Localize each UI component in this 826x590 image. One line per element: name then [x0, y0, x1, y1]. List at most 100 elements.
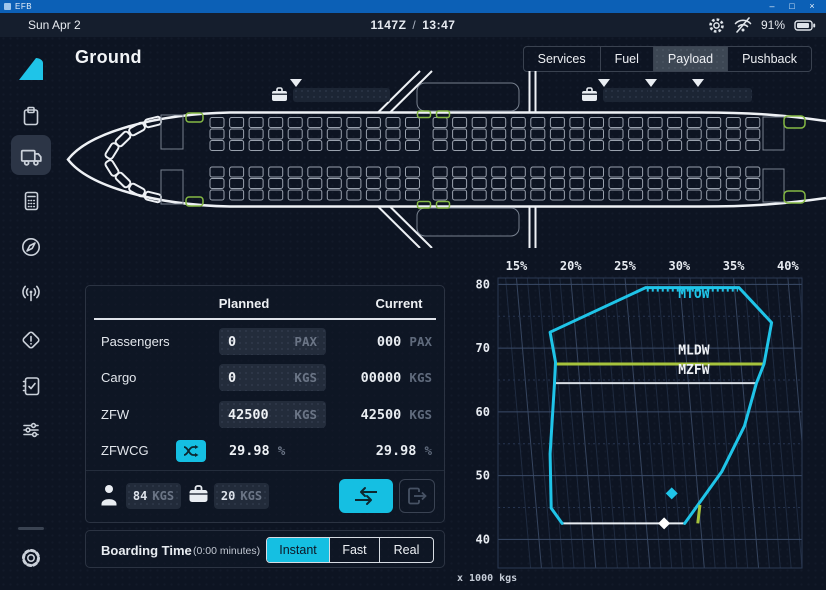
input-value: 42500	[228, 407, 269, 423]
row-label: Passengers	[101, 334, 170, 349]
window-close-button[interactable]: ×	[802, 0, 822, 13]
compass-icon	[20, 236, 42, 258]
wifi-off-icon	[734, 17, 752, 33]
truck-icon	[19, 143, 43, 167]
sidebar-item-options[interactable]	[11, 410, 51, 450]
sidebar-item-warnings[interactable]	[11, 320, 51, 360]
input-value: 0	[228, 334, 236, 350]
gear-icon	[20, 547, 42, 569]
page-title: Ground	[75, 47, 142, 68]
statusbar: Sun Apr 2 1147Z/13:47 91%	[0, 13, 826, 37]
svg-text:60: 60	[476, 405, 490, 419]
input-value: 20	[221, 489, 235, 503]
battery-icon	[794, 18, 816, 33]
shuffle-icon	[182, 444, 200, 458]
zfwcg-randomize-button[interactable]	[176, 440, 206, 462]
settings-gear-icon[interactable]	[708, 17, 725, 34]
zfw-input[interactable]: 42500 KGS	[219, 401, 326, 428]
cargo-fwd-dropdown-arrow[interactable]	[290, 79, 302, 87]
export-button[interactable]	[399, 479, 435, 513]
svg-text:30%: 30%	[668, 259, 690, 273]
svg-text:x 1000 kgs: x 1000 kgs	[457, 573, 517, 584]
svg-text:25%: 25%	[614, 259, 636, 273]
tab-fuel[interactable]: Fuel	[600, 47, 653, 71]
svg-text:MLDW: MLDW	[678, 343, 709, 358]
passengers-current: 000 PAX	[377, 334, 432, 350]
sliders-icon	[20, 419, 42, 441]
svg-text:20%: 20%	[560, 259, 582, 273]
sidebar-item-radio[interactable]	[11, 273, 51, 313]
input-unit: PAX	[294, 334, 317, 349]
svg-text:50: 50	[476, 469, 490, 483]
cargo-input[interactable]: 0 KGS	[219, 364, 326, 391]
current-value: 00000	[361, 370, 402, 386]
boarding-time-sublabel: (0:00 minutes)	[193, 545, 260, 557]
tab-services[interactable]: Services	[524, 47, 600, 71]
brand-logo	[17, 56, 45, 81]
payload-panel: Planned Current Passengers 0 PAX 000 PAX…	[85, 285, 445, 523]
svg-text:35%: 35%	[723, 259, 745, 273]
cargo-aft3-input[interactable]	[695, 88, 752, 102]
briefcase-icon	[271, 86, 288, 102]
zfw-current: 42500 KGS	[361, 407, 432, 423]
window-controls: – □ ×	[762, 0, 822, 13]
cargo-aft1-dropdown-arrow[interactable]	[598, 79, 610, 87]
svg-text:40: 40	[476, 532, 490, 546]
zfwcg-current: 29.98 %	[376, 443, 432, 459]
sidebar-item-clipboard[interactable]	[11, 95, 51, 135]
sidebar-item-checklist[interactable]	[11, 365, 51, 405]
payload-row-zfwcg: ZFWCG 29.98 % 29.98 %	[86, 432, 444, 469]
boarding-option-fast[interactable]: Fast	[329, 538, 379, 562]
current-value: 29.98	[376, 443, 417, 459]
sidebar-item-calculator[interactable]	[11, 180, 51, 220]
svg-text:80: 80	[476, 277, 490, 291]
boarding-time-label: Boarding Time	[101, 543, 192, 558]
unit-weights-row: 84 KGS 20 KGS	[86, 476, 444, 516]
zfwcg-planned-unit: %	[278, 443, 286, 458]
sidebar-item-settings[interactable]	[11, 538, 51, 578]
column-header-planned: Planned	[199, 296, 289, 311]
payload-row-passengers: Passengers 0 PAX 000 PAX	[86, 323, 444, 360]
current-unit: KGS	[409, 370, 432, 385]
passengers-input[interactable]: 0 PAX	[219, 328, 326, 355]
efb-app: EFB – □ × Sun Apr 2 1147Z/13:47 91%	[0, 0, 826, 590]
current-unit: %	[424, 443, 432, 458]
sidebar-item-compass[interactable]	[11, 227, 51, 267]
cargo-aft3-dropdown-arrow[interactable]	[692, 79, 704, 87]
cargo-current: 00000 KGS	[361, 370, 432, 386]
cg-envelope-chart: 15%20%25%30%35%40%8070605040x 1000 kgsMT…	[455, 255, 826, 587]
current-unit: PAX	[409, 334, 432, 349]
baggage-weight-input[interactable]: 20 KGS	[214, 483, 269, 509]
utc-time: 1147Z	[371, 18, 407, 32]
app-icon	[4, 3, 11, 10]
time-separator: /	[406, 18, 422, 32]
battery-percent: 91%	[761, 18, 785, 32]
transfer-button[interactable]	[339, 479, 393, 513]
boarding-time-panel: Boarding Time (0:00 minutes) Instant Fas…	[85, 530, 445, 568]
clipboard-icon	[20, 104, 42, 126]
cargo-aft2-dropdown-arrow[interactable]	[645, 79, 657, 87]
input-unit: KGS	[294, 370, 317, 385]
tab-pushback[interactable]: Pushback	[727, 47, 811, 71]
boarding-option-real[interactable]: Real	[379, 538, 433, 562]
current-value: 42500	[361, 407, 402, 423]
row-label: Cargo	[101, 370, 136, 385]
window-maximize-button[interactable]: □	[782, 0, 802, 13]
svg-text:40%: 40%	[777, 259, 799, 273]
input-value: 0	[228, 370, 236, 386]
swap-arrows-icon	[352, 486, 380, 506]
row-label: ZFWCG	[101, 443, 149, 458]
zfwcg-planned-value: 29.98	[229, 443, 270, 459]
header-rule	[94, 318, 436, 320]
window-titlebar: EFB – □ ×	[0, 0, 826, 13]
input-unit: KGS	[152, 489, 174, 503]
tab-payload[interactable]: Payload	[653, 47, 727, 71]
status-time: 1147Z/13:47	[0, 18, 826, 32]
sidebar-item-ground-services[interactable]	[11, 135, 51, 175]
payload-row-zfw: ZFW 42500 KGS 42500 KGS	[86, 396, 444, 433]
passenger-weight-input[interactable]: 84 KGS	[126, 483, 181, 509]
cargo-fwd-input[interactable]	[293, 88, 390, 102]
window-minimize-button[interactable]: –	[762, 0, 782, 13]
boarding-option-instant[interactable]: Instant	[267, 538, 329, 562]
input-unit: KGS	[240, 489, 262, 503]
